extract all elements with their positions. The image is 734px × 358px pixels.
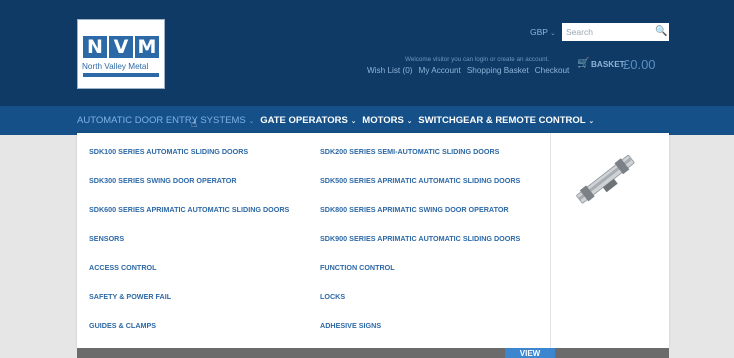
search-placeholder: Search: [566, 27, 593, 37]
mega-menu-column: SDK200 SERIES SEMI-AUTOMATIC SLIDING DOO…: [320, 147, 520, 330]
mega-menu-item[interactable]: SDK900 SERIES APRIMATIC AUTOMATIC SLIDIN…: [320, 234, 520, 243]
hand-cursor-icon: ☝: [191, 119, 198, 130]
logo-letter: N: [83, 36, 107, 58]
chevron-down-icon: ⌄: [350, 117, 357, 125]
account-links: Wish List (0) My Account Shopping Basket…: [367, 66, 569, 75]
chevron-down-icon: ⌄: [248, 117, 255, 125]
logo-bar: [83, 73, 159, 77]
logo-letters: N V M: [83, 36, 159, 58]
logo-letter: V: [109, 36, 133, 58]
mega-menu-item[interactable]: LOCKS: [320, 292, 520, 301]
logo-text: North Valley Metal: [82, 62, 149, 71]
mega-menu-item[interactable]: SAFETY & POWER FAIL: [89, 292, 289, 301]
chevron-down-icon: ⌄: [588, 117, 595, 125]
mega-menu-item[interactable]: GUIDES & CLAMPS: [89, 321, 289, 330]
nav-item-automatic-door-entry[interactable]: AUTOMATIC DOOR ENTRY SYSTEMS ⌄: [77, 115, 254, 126]
nav-item-motors[interactable]: MOTORS ⌄: [362, 115, 412, 126]
nav-item-switchgear[interactable]: SWITCHGEAR & REMOTE CONTROL ⌄: [418, 115, 594, 126]
currency-label: GBP: [530, 27, 548, 37]
nav-item-label: GATE OPERATORS: [260, 115, 348, 126]
mega-menu-column: SDK100 SERIES AUTOMATIC SLIDING DOORS SD…: [89, 147, 289, 330]
wishlist-link[interactable]: Wish List (0): [367, 66, 413, 75]
my-account-link[interactable]: My Account: [419, 66, 461, 75]
search-icon[interactable]: 🔍: [655, 26, 667, 37]
view-button[interactable]: VIEW: [505, 348, 555, 358]
shopping-basket-link[interactable]: Shopping Basket: [467, 66, 529, 75]
site-header: N V M North Valley Metal GBP ⌄ Search 🔍 …: [0, 0, 734, 106]
welcome-text: Welcome visitor you can login or create …: [405, 56, 550, 63]
product-image[interactable]: [569, 143, 643, 217]
chevron-down-icon: ⌄: [406, 117, 413, 125]
mega-menu-item[interactable]: SDK800 SERIES APRIMATIC SWING DOOR OPERA…: [320, 205, 520, 214]
mega-menu-item[interactable]: SENSORS: [89, 234, 289, 243]
nav-items: AUTOMATIC DOOR ENTRY SYSTEMS ⌄ GATE OPER…: [77, 115, 594, 126]
mega-menu-item[interactable]: SDK500 SERIES APRIMATIC AUTOMATIC SLIDIN…: [320, 176, 520, 185]
mega-menu-item[interactable]: SDK600 SERIES APRIMATIC AUTOMATIC SLIDIN…: [89, 205, 289, 214]
mega-menu: SDK100 SERIES AUTOMATIC SLIDING DOORS SD…: [77, 133, 669, 348]
mega-menu-item[interactable]: ACCESS CONTROL: [89, 263, 289, 272]
main-nav: AUTOMATIC DOOR ENTRY SYSTEMS ⌄ GATE OPER…: [0, 106, 734, 135]
mega-menu-item[interactable]: ADHESIVE SIGNS: [320, 321, 520, 330]
nav-item-label: AUTOMATIC DOOR ENTRY SYSTEMS: [77, 115, 246, 126]
hero-banner: [77, 348, 669, 358]
nav-item-label: SWITCHGEAR & REMOTE CONTROL: [418, 115, 586, 126]
mega-menu-item[interactable]: SDK100 SERIES AUTOMATIC SLIDING DOORS: [89, 147, 289, 156]
chevron-down-icon: ⌄: [550, 30, 556, 37]
mega-menu-item[interactable]: SDK300 SERIES SWING DOOR OPERATOR: [89, 176, 289, 185]
mega-menu-item[interactable]: FUNCTION CONTROL: [320, 263, 520, 272]
currency-selector[interactable]: GBP ⌄: [530, 27, 556, 37]
cart-icon[interactable]: 🛒: [577, 58, 589, 69]
logo[interactable]: N V M North Valley Metal: [77, 19, 165, 89]
logo-letter: M: [135, 36, 159, 58]
basket-label[interactable]: BASKET: [591, 60, 625, 69]
basket-total[interactable]: £0.00: [623, 57, 656, 72]
mega-menu-item[interactable]: SDK200 SERIES SEMI-AUTOMATIC SLIDING DOO…: [320, 147, 520, 156]
nav-item-label: MOTORS: [362, 115, 404, 126]
nav-item-gate-operators[interactable]: GATE OPERATORS ⌄: [260, 115, 356, 126]
mega-menu-divider: [550, 133, 551, 348]
checkout-link[interactable]: Checkout: [535, 66, 570, 75]
